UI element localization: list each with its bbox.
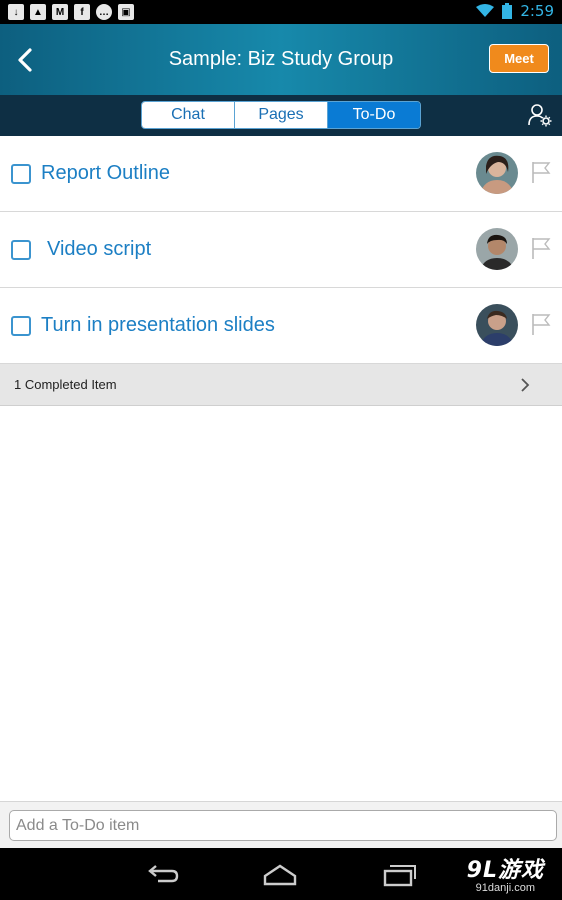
page-title: Sample: Biz Study Group — [168, 48, 394, 70]
tab-group: Chat Pages To-Do — [141, 101, 421, 129]
chevron-right-icon — [521, 378, 530, 392]
status-bar: ↓ ▲ M f … ▣ 2:59 — [0, 0, 562, 24]
status-time: 2:59 — [520, 2, 554, 20]
tab-todo[interactable]: To-Do — [328, 102, 420, 128]
todo-checkbox[interactable] — [11, 240, 31, 260]
download-icon: ↓ — [8, 4, 24, 20]
app-header: Sample: Biz Study Group Meet — [0, 24, 562, 95]
tab-chat[interactable]: Chat — [142, 102, 235, 128]
system-nav-bar: 9L游戏 91danji.com — [0, 848, 562, 900]
notification-icons: ↓ ▲ M f … ▣ — [8, 4, 134, 20]
assignee-avatar[interactable] — [476, 228, 518, 270]
todo-label: Report Outline — [41, 162, 170, 184]
flag-icon[interactable] — [530, 312, 552, 336]
facebook-icon: f — [74, 4, 90, 20]
tab-pages[interactable]: Pages — [235, 102, 328, 128]
flag-icon[interactable] — [530, 160, 552, 184]
back-nav-icon[interactable] — [144, 862, 180, 888]
todo-item[interactable]: Report Outline — [0, 136, 562, 212]
assignee-avatar[interactable] — [476, 304, 518, 346]
todo-checkbox[interactable] — [11, 164, 31, 184]
completed-items-row[interactable]: 1 Completed Item — [0, 364, 562, 406]
battery-icon — [502, 3, 513, 19]
todo-item[interactable]: Video script — [0, 212, 562, 288]
group-settings-icon[interactable] — [528, 103, 552, 127]
meet-button[interactable]: Meet — [489, 44, 549, 73]
gmail-icon: M — [52, 4, 68, 20]
tab-bar: Chat Pages To-Do — [0, 95, 562, 136]
add-todo-bar — [0, 801, 562, 848]
todo-label: Video script — [47, 238, 152, 260]
briefcase-icon: ▣ — [118, 4, 134, 20]
image-icon: ▲ — [30, 4, 46, 20]
wifi-icon — [476, 4, 495, 17]
todo-list: Report Outline Video script Turn in pres… — [0, 136, 562, 364]
todo-item[interactable]: Turn in presentation slides — [0, 288, 562, 364]
todo-label: Turn in presentation slides — [41, 314, 275, 336]
assignee-avatar[interactable] — [476, 152, 518, 194]
todo-checkbox[interactable] — [11, 316, 31, 336]
recent-apps-icon[interactable] — [381, 862, 417, 888]
watermark-logo: 9L游戏 91danji.com — [467, 852, 544, 894]
flag-icon[interactable] — [530, 236, 552, 260]
completed-count: 1 Completed Item — [14, 377, 117, 392]
chat-icon: … — [96, 4, 112, 20]
watermark-url: 91danji.com — [475, 882, 535, 894]
watermark-brand: 9L游戏 — [466, 858, 544, 883]
home-nav-icon[interactable] — [262, 862, 298, 888]
add-todo-input[interactable] — [9, 810, 557, 841]
